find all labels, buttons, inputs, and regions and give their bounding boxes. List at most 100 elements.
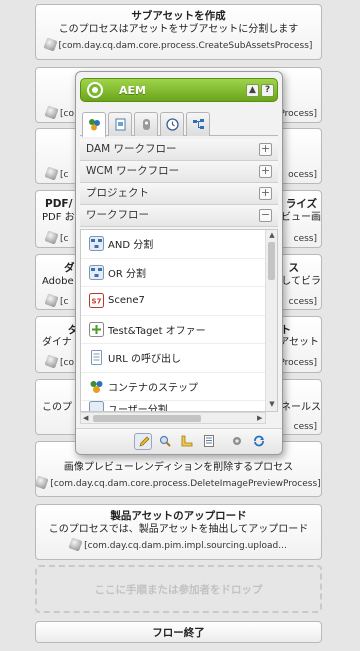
component-list: AND 分割 OR 分割 S7 Scene7 Test&Taget オファー U…: [80, 229, 278, 412]
list-horizontal-scrollbar[interactable]: ◀ ▶: [80, 412, 266, 424]
step-process: [co: [44, 105, 74, 121]
step-process: [co: [44, 354, 74, 370]
process-tool-icon: [44, 354, 59, 369]
category-wcm-workflow[interactable]: WCM ワークフロー +: [80, 161, 278, 183]
step-process: [com.day.cq.dam.core.process.CreateSubAs…: [36, 37, 321, 53]
step-title-tail: ス: [288, 262, 300, 274]
clock-icon: [166, 118, 179, 131]
sidekick-panel[interactable]: AEM ▲ ? DAM ワークフロー + WCM ワークフロー + プロジェクト…: [75, 71, 283, 455]
step-process: [c: [44, 293, 68, 309]
list-vertical-scrollbar[interactable]: ▲ ▼: [265, 230, 277, 411]
scroll-down-icon[interactable]: ▼: [268, 400, 276, 408]
help-button[interactable]: ?: [261, 84, 274, 97]
scroll-thumb[interactable]: [268, 242, 275, 280]
scroll-right-icon[interactable]: ▶: [257, 413, 262, 424]
list-item-label: ユーザー分割: [108, 405, 168, 412]
workflow-icon: [193, 119, 204, 129]
list-item-user-split[interactable]: ユーザー分割: [81, 401, 277, 412]
plus-doc-icon: [89, 321, 104, 337]
process-tool-icon: [42, 37, 58, 52]
step-process-tail: cess]: [293, 422, 317, 432]
tab-components[interactable]: [82, 112, 106, 137]
tab-page[interactable]: [108, 112, 132, 136]
list-item-label: URL の呼び出し: [108, 354, 182, 366]
edit-mode-button[interactable]: [134, 433, 152, 450]
category-label: ワークフロー: [86, 209, 149, 221]
list-item-url-call[interactable]: URL の呼び出し: [81, 344, 277, 373]
step-process: [com.day.cq.dam.pim.impl.sourcing.upload…: [36, 537, 321, 553]
scroll-left-icon[interactable]: ◀: [83, 413, 88, 424]
tab-versioning[interactable]: [160, 112, 184, 136]
people-icon: [90, 380, 103, 393]
split-icon: [89, 401, 104, 411]
pencil-icon: [139, 436, 150, 447]
sidekick-header[interactable]: AEM ▲ ?: [80, 78, 278, 102]
step-title-tail: ライズ: [285, 198, 317, 210]
category-workflow[interactable]: ワークフロー −: [80, 205, 278, 227]
magnifier-icon: [159, 435, 171, 447]
step-title: PDF/: [45, 198, 73, 210]
category-label: プロジェクト: [86, 187, 149, 199]
list-item-scene7[interactable]: S7 Scene7: [81, 287, 277, 316]
process-tool-icon: [44, 293, 59, 308]
step-description: ダイナ: [42, 337, 72, 348]
step-process-tail: cess]: [293, 234, 317, 244]
workflow-step[interactable]: 製品アセットのアップロード このプロセスでは、製品アセットを抽出してアップロード…: [35, 504, 322, 560]
step-process-tail: ccess]: [288, 297, 317, 307]
step-description: このプロセスでは、製品アセットを抽出してアップロード: [48, 524, 309, 535]
category-label: DAM ワークフロー: [86, 143, 177, 155]
step-title: ダ: [64, 262, 75, 274]
ruler-icon: [181, 435, 193, 447]
step-description: Adobe: [42, 276, 74, 287]
split-icon: [89, 264, 104, 280]
scroll-up-icon[interactable]: ▲: [268, 231, 276, 239]
tab-information[interactable]: [134, 112, 158, 136]
collapse-icon[interactable]: −: [259, 209, 272, 222]
sidekick-title: AEM: [119, 84, 146, 97]
aem-logo-icon: [87, 82, 103, 98]
step-process: [c: [44, 166, 68, 182]
list-item-test-target[interactable]: Test&Taget オファー: [81, 316, 277, 344]
step-title: 製品アセットのアップロード: [110, 510, 247, 522]
list-item-label: コンテナのステップ: [108, 382, 198, 394]
expand-icon[interactable]: +: [259, 187, 272, 200]
gear-icon: [233, 437, 241, 445]
step-description-tail: してビラ: [281, 276, 321, 287]
list-item-or-split[interactable]: OR 分割: [81, 259, 277, 287]
refresh-button[interactable]: [250, 433, 268, 450]
info-icon: [143, 119, 150, 130]
step-description-tail: アセット: [279, 337, 319, 348]
component-categories: DAM ワークフロー + WCM ワークフロー + プロジェクト + ワークフロ…: [80, 139, 278, 227]
step-description-tail: ネールス: [281, 402, 321, 413]
sidekick-tabs: [80, 112, 278, 137]
drop-zone[interactable]: ここに手順または参加者をドロップ: [35, 565, 322, 613]
tab-workflow[interactable]: [186, 112, 210, 136]
step-description: このプロセスはアセットをサブアセットに分割します: [58, 24, 299, 35]
list-item-and-split[interactable]: AND 分割: [81, 230, 277, 259]
list-item-label: AND 分割: [108, 240, 154, 252]
step-description: このプ: [42, 402, 72, 413]
flow-end: フロー終了: [35, 621, 322, 643]
preview-mode-button[interactable]: [156, 433, 174, 450]
scaffolding-mode-button[interactable]: [200, 433, 218, 450]
collapse-button[interactable]: ▲: [246, 84, 259, 97]
process-tool-icon: [36, 475, 49, 490]
design-mode-button[interactable]: [178, 433, 196, 450]
list-item-label: Test&Taget オファー: [108, 325, 206, 337]
step-process: [c: [44, 230, 68, 246]
scene7-icon: S7: [89, 293, 104, 309]
process-tool-icon: [44, 105, 59, 120]
components-icon: [89, 119, 100, 131]
expand-icon[interactable]: +: [259, 165, 272, 178]
category-project[interactable]: プロジェクト +: [80, 183, 278, 205]
category-dam-workflow[interactable]: DAM ワークフロー +: [80, 139, 278, 161]
client-context-button[interactable]: [228, 433, 246, 450]
step-description: PDF お: [42, 212, 75, 223]
list-item-label: OR 分割: [108, 268, 146, 280]
workflow-step[interactable]: サブアセットを作成 このプロセスはアセットをサブアセットに分割します [com.…: [35, 4, 322, 60]
expand-icon[interactable]: +: [259, 143, 272, 156]
form-icon: [204, 435, 214, 447]
step-description-tail: ビュー画: [281, 212, 321, 223]
list-item-container-step[interactable]: コンテナのステップ: [81, 373, 277, 401]
scroll-thumb[interactable]: [93, 415, 201, 422]
